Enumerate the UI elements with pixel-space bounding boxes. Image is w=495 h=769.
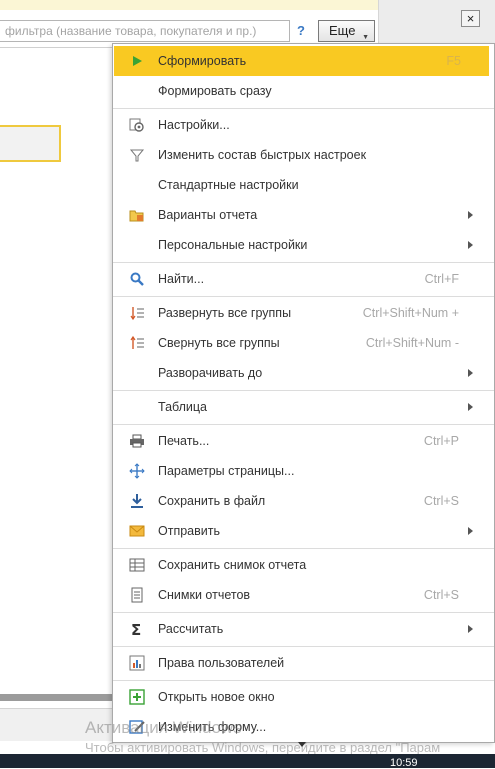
menu-item-report-variants[interactable]: Варианты отчета [114, 200, 489, 230]
play-icon [129, 53, 145, 69]
menu-item-label: Открыть новое окно [158, 690, 275, 704]
menu-item-shortcut: Ctrl+S [423, 588, 459, 602]
menu-item-quick-settings[interactable]: Изменить состав быстрых настроек [114, 140, 489, 170]
menu-item-save-to-file[interactable]: Сохранить в файл Ctrl+S [114, 486, 489, 516]
submenu-arrow-icon [468, 211, 473, 219]
submenu-arrow-icon [468, 527, 473, 535]
menu-separator [113, 108, 494, 109]
search-icon [129, 271, 145, 287]
menu-separator [113, 548, 494, 549]
menu-item-label: Параметры страницы... [158, 464, 295, 478]
taskbar-clock[interactable]: 10:59 [390, 757, 418, 769]
menu-item-generate[interactable]: Сформировать F5 [114, 46, 489, 76]
menu-item-shortcut: F5 [446, 54, 461, 68]
menu-item-page-settings[interactable]: Параметры страницы... [114, 456, 489, 486]
menu-item-label: Сохранить в файл [158, 494, 266, 508]
menu-item-label: Изменить состав быстрых настроек [158, 148, 367, 162]
document-icon [129, 587, 145, 603]
submenu-arrow-icon [468, 403, 473, 411]
menu-item-generate-immediately[interactable]: Формировать сразу [114, 76, 489, 106]
help-button[interactable]: ? [297, 23, 305, 38]
menu-item-label: Свернуть все группы [158, 336, 280, 350]
sigma-icon: Σ [129, 621, 145, 639]
menu-item-standard-settings[interactable]: Стандартные настройки [114, 170, 489, 200]
menu-separator [113, 424, 494, 425]
svg-text:Σ: Σ [131, 621, 141, 637]
table-icon [129, 557, 145, 573]
menu-item-label: Снимки отчетов [158, 588, 251, 602]
activation-watermark-text: Чтобы активировать Windows, перейдите в … [85, 740, 441, 755]
more-button[interactable]: Еще ▼ [318, 20, 375, 42]
menu-item-label: Разворачивать до [158, 366, 263, 380]
menu-item-find[interactable]: Найти... Ctrl+F [114, 264, 489, 294]
menu-item-label: Развернуть все группы [158, 306, 292, 320]
menu-item-calculate[interactable]: Σ Рассчитать [114, 614, 489, 644]
menu-item-expand-to[interactable]: Разворачивать до [114, 358, 489, 388]
menu-item-open-new-window[interactable]: Открыть новое окно [114, 682, 489, 712]
envelope-icon [129, 523, 145, 539]
menu-item-user-rights[interactable]: Права пользователей [114, 648, 489, 678]
page-settings-icon [129, 463, 145, 479]
more-actions-menu: Сформировать F5 Формировать сразу Настро… [112, 43, 495, 743]
filter-icon [129, 147, 145, 163]
folder-icon [129, 207, 145, 223]
menu-item-label: Отправить [158, 524, 220, 538]
menu-item-send[interactable]: Отправить [114, 516, 489, 546]
menu-item-label: Найти... [158, 272, 205, 286]
menu-item-personal-settings[interactable]: Персональные настройки [114, 230, 489, 260]
new-window-icon [129, 689, 145, 705]
submenu-arrow-icon [468, 625, 473, 633]
collapse-groups-icon [129, 335, 145, 351]
menu-item-label: Рассчитать [158, 622, 224, 636]
menu-item-table[interactable]: Таблица [114, 392, 489, 422]
active-field[interactable] [0, 125, 61, 162]
menu-separator [113, 612, 494, 613]
menu-separator [113, 296, 494, 297]
menu-item-shortcut: Ctrl+S [423, 494, 459, 508]
menu-separator [113, 646, 494, 647]
printer-icon [129, 433, 145, 449]
search-field[interactable] [0, 20, 290, 42]
menu-item-save-snapshot[interactable]: Сохранить снимок отчета [114, 550, 489, 580]
menu-item-label: Персональные настройки [158, 238, 308, 252]
menu-item-expand-groups[interactable]: Развернуть все группы Ctrl+Shift+Num + [114, 298, 489, 328]
menu-item-settings[interactable]: Настройки... [114, 110, 489, 140]
menu-item-shortcut: Ctrl+F [424, 272, 459, 286]
more-button-label: Еще [329, 23, 356, 38]
search-input[interactable] [0, 21, 289, 41]
menu-separator [113, 262, 494, 263]
menu-scroll-down-icon[interactable] [298, 742, 306, 747]
horizontal-scrollbar[interactable] [0, 694, 113, 701]
menu-item-label: Стандартные настройки [158, 178, 299, 192]
submenu-arrow-icon [468, 369, 473, 377]
menu-item-shortcut: Ctrl+P [423, 434, 459, 448]
menu-item-label: Формировать сразу [158, 84, 272, 98]
menu-separator [113, 680, 494, 681]
expand-groups-icon [129, 305, 145, 321]
activation-watermark-title: Активация Windows [85, 718, 242, 737]
chart-icon [129, 655, 145, 671]
menu-item-print[interactable]: Печать... Ctrl+P [114, 426, 489, 456]
menu-item-label: Сохранить снимок отчета [158, 558, 307, 572]
menu-item-label: Таблица [158, 400, 208, 414]
menu-item-label: Сформировать [158, 54, 247, 68]
close-button[interactable]: × [461, 10, 480, 27]
settings-icon [129, 117, 145, 133]
menu-item-label: Настройки... [158, 118, 230, 132]
submenu-arrow-icon [468, 241, 473, 249]
menu-item-collapse-groups[interactable]: Свернуть все группы Ctrl+Shift+Num - [114, 328, 489, 358]
menu-item-snapshots[interactable]: Снимки отчетов Ctrl+S [114, 580, 489, 610]
top-strip [0, 0, 378, 10]
menu-item-label: Права пользователей [158, 656, 285, 670]
menu-separator [113, 390, 494, 391]
download-icon [129, 493, 145, 509]
menu-item-shortcut: Ctrl+Shift+Num + [362, 306, 459, 320]
menu-item-label: Печать... [158, 434, 210, 448]
taskbar [0, 754, 495, 768]
menu-item-shortcut: Ctrl+Shift+Num - [365, 336, 459, 350]
menu-item-label: Варианты отчета [158, 208, 258, 222]
